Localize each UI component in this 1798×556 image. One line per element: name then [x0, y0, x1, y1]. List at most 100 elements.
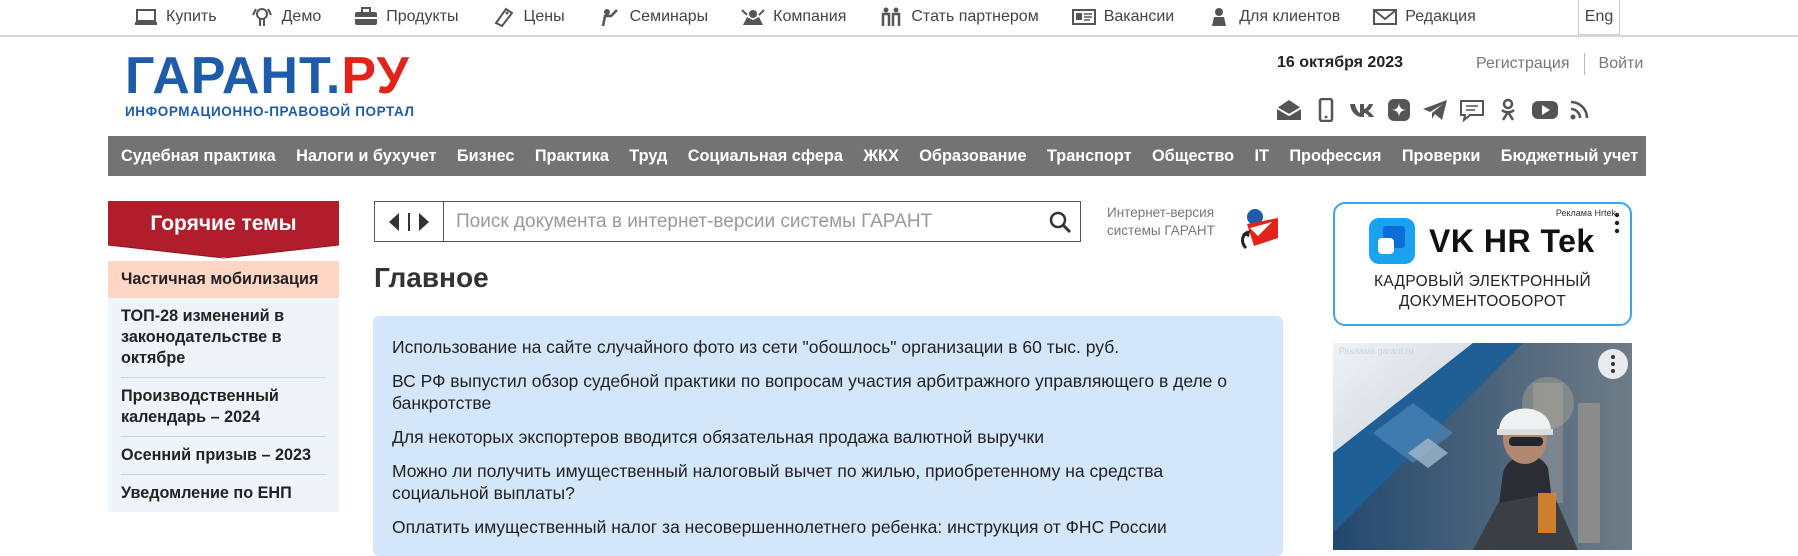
id-card-icon [1071, 7, 1096, 27]
prev-next-icon [389, 212, 429, 231]
language-switch[interactable]: Eng [1578, 0, 1620, 35]
news-link[interactable]: Можно ли получить имущественный налоговы… [392, 460, 1264, 504]
top-item-prices[interactable]: Цены [492, 0, 565, 33]
top-item-label: Стать партнером [911, 7, 1039, 25]
nav-item[interactable]: Налоги и бухучет [296, 147, 436, 166]
nav-item[interactable]: Бюджетный учет [1501, 147, 1638, 166]
vk-brand: VK HR Tek [1369, 218, 1595, 264]
nav-item[interactable]: Транспорт [1047, 147, 1132, 166]
internet-version-link[interactable]: Интернет-версия системы ГАРАНТ [1107, 204, 1215, 240]
nav-item[interactable]: Труд [629, 147, 667, 166]
logo-tagline: ИНФОРМАЦИОННО-ПРАВОВОЙ ПОРТАЛ [125, 104, 415, 119]
social-icons [1275, 97, 1604, 123]
hot-topic-item[interactable]: Производственный календарь – 2024 [108, 378, 339, 436]
company-icon [741, 7, 765, 27]
partners-icon [879, 7, 903, 27]
top-item-label: Для клиентов [1239, 7, 1341, 25]
youtube-icon[interactable] [1531, 97, 1559, 123]
briefcase-icon [354, 6, 378, 27]
nav-item[interactable]: Профессия [1289, 147, 1381, 166]
hot-topic-item[interactable]: Осенний призыв – 2023 [108, 437, 339, 474]
vk-hrtek-logo-icon [1369, 218, 1415, 264]
internet-version-line1: Интернет-версия [1107, 205, 1215, 220]
top-item-seminars[interactable]: Семинары [598, 0, 708, 33]
search-nav-arrows[interactable] [375, 202, 444, 241]
top-item-company[interactable]: Компания [741, 0, 846, 33]
top-item-buy[interactable]: Купить [134, 0, 217, 33]
more-options-button[interactable] [1598, 349, 1628, 379]
top-item-clients[interactable]: Для клиентов [1207, 0, 1340, 33]
top-item-vacancies[interactable]: Вакансии [1071, 0, 1175, 33]
dzen-icon[interactable] [1385, 97, 1413, 123]
ad-label: Реклама garant.ru [1339, 346, 1414, 356]
nav-item[interactable]: ЖКХ [863, 147, 899, 166]
chat-icon[interactable] [1458, 97, 1486, 123]
nav-item[interactable]: Проверки [1402, 147, 1481, 166]
top-item-label: Купить [166, 7, 217, 25]
nav-item[interactable]: Общество [1152, 147, 1234, 166]
main-nav: Судебная практика Налоги и бухучет Бизне… [108, 136, 1646, 176]
laptop-icon [134, 7, 158, 27]
nav-item[interactable]: Образование [919, 147, 1026, 166]
tag-icon [492, 7, 516, 27]
ad-label: Реклама Hrtek [1555, 208, 1616, 218]
nav-item[interactable]: Практика [535, 147, 609, 166]
vk-brand-text: VK HR Tek [1429, 222, 1595, 259]
auth-links: Регистрация Войти [1476, 53, 1643, 75]
nav-item[interactable]: Бизнес [457, 147, 515, 166]
vk-icon[interactable] [1348, 97, 1376, 123]
top-item-demo[interactable]: Демо [250, 0, 322, 33]
client-icon [1207, 7, 1231, 27]
top-item-partners[interactable]: Стать партнером [879, 0, 1039, 33]
hot-topics-header: Горячие темы [108, 201, 339, 259]
rss-icon[interactable] [1567, 97, 1595, 123]
top-item-products[interactable]: Продукты [354, 0, 459, 33]
ad-banner-industrial[interactable]: Реклама garant.ru [1333, 343, 1632, 550]
internet-version-line2: системы ГАРАНТ [1107, 223, 1215, 238]
news-link[interactable]: Для некоторых экспортеров вводится обяза… [392, 426, 1264, 448]
hot-topic-item[interactable]: Уведомление по ЕНП [108, 475, 339, 512]
hot-topic-item[interactable]: Частичная мобилизация [108, 261, 339, 298]
nav-item[interactable]: IT [1254, 147, 1268, 166]
register-link[interactable]: Регистрация [1476, 55, 1570, 73]
top-news-block: Использование на сайте случайного фото и… [373, 316, 1283, 556]
top-item-label: Компания [773, 7, 847, 25]
site-logo[interactable]: ГАРАНТ.РУ ИНФОРМАЦИОННО-ПРАВОВОЙ ПОРТАЛ [125, 50, 415, 119]
search-icon [1049, 211, 1072, 233]
demo-icon [250, 7, 274, 27]
more-options-icon [1611, 355, 1615, 373]
ad-subtitle: КАДРОВЫЙ ЭЛЕКТРОННЫЙ ДОКУМЕНТООБОРОТ [1374, 273, 1591, 310]
top-item-label: Демо [281, 7, 322, 25]
top-item-editorial[interactable]: Редакция [1373, 0, 1476, 33]
telegram-icon[interactable] [1421, 97, 1449, 123]
mobile-icon[interactable] [1312, 97, 1340, 123]
hot-topics-title: Горячие темы [150, 212, 297, 235]
seminar-icon [598, 7, 622, 27]
page-title: Главное [374, 262, 489, 293]
hot-topics: Горячие темы Частичная мобилизация ТОП-2… [108, 201, 339, 512]
nav-item[interactable]: Социальная сфера [688, 147, 843, 166]
ok-icon[interactable] [1494, 97, 1522, 123]
document-search [374, 201, 1081, 242]
hot-topics-list: Частичная мобилизация ТОП-28 изменений в… [108, 261, 339, 512]
news-link[interactable]: Использование на сайте случайного фото и… [392, 336, 1264, 358]
news-link[interactable]: ВС РФ выпустил обзор судебной практики п… [392, 370, 1264, 414]
login-link[interactable]: Войти [1599, 55, 1644, 73]
ad-image-worker [1333, 343, 1632, 550]
current-date: 16 октября 2023 [1277, 54, 1404, 71]
mail-icon[interactable] [1275, 97, 1303, 123]
nav-item[interactable]: Судебная практика [121, 147, 276, 166]
garant-system-icon[interactable] [1230, 206, 1280, 250]
hot-topic-item[interactable]: ТОП-28 изменений в законодательстве в ок… [108, 298, 339, 377]
top-item-label: Вакансии [1103, 7, 1175, 25]
header-ribbon-shape [108, 245, 339, 259]
search-input[interactable] [444, 203, 1040, 240]
envelope-icon [1373, 7, 1398, 27]
more-options-icon[interactable] [1614, 212, 1620, 234]
top-item-label: Продукты [386, 7, 459, 25]
search-button[interactable] [1040, 202, 1080, 241]
news-link[interactable]: Оплатить имущественный налог за несоверш… [392, 516, 1264, 538]
ad-banner-vk-hrtek[interactable]: Реклама Hrtek VK HR Tek КАДРОВЫЙ ЭЛЕКТРО… [1333, 202, 1632, 326]
logo-wordmark: ГАРАНТ.РУ [125, 47, 410, 105]
top-bar: Купить Демо Продукты Цены Семинары Компа… [0, 0, 1798, 37]
